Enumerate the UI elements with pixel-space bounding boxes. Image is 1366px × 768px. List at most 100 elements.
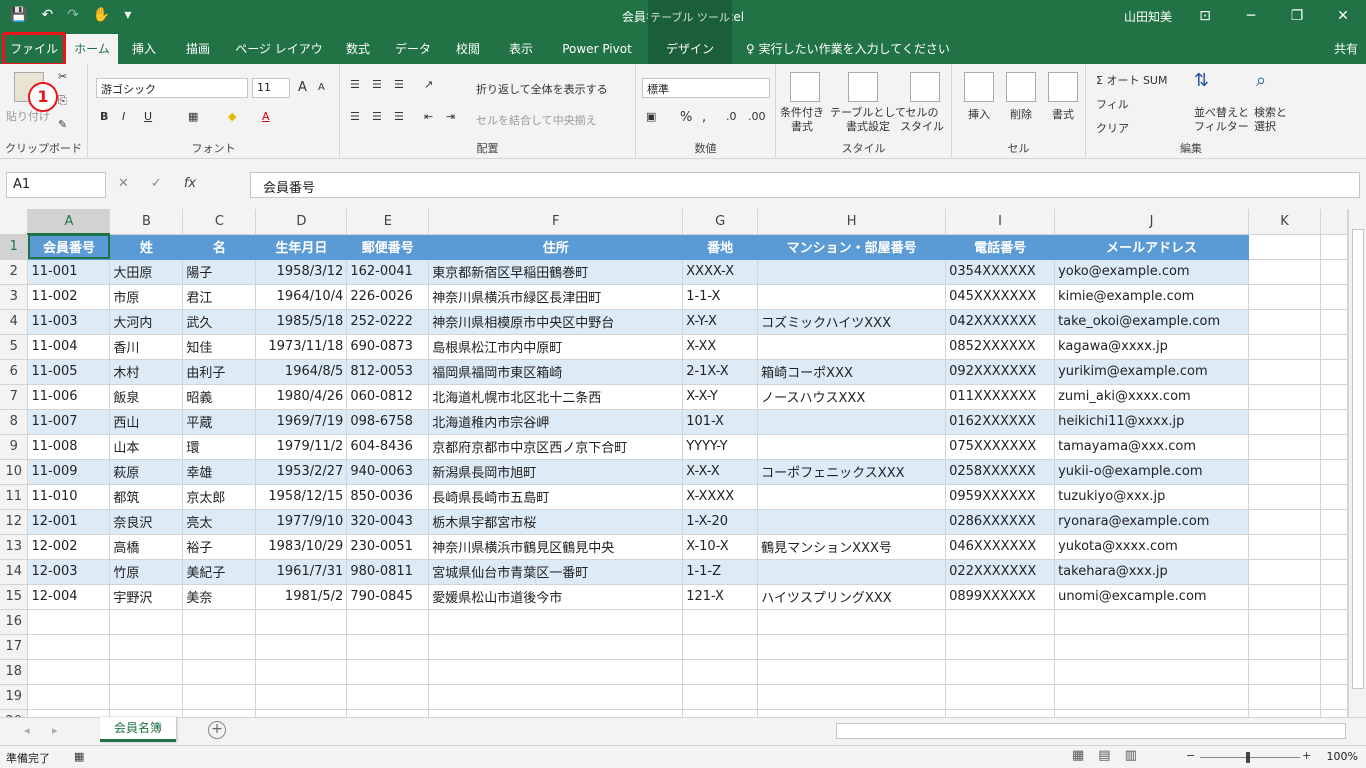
minimize-button[interactable]: ─: [1228, 0, 1274, 32]
column-header-a[interactable]: A: [27, 209, 111, 235]
borders-icon[interactable]: ▦: [188, 110, 198, 123]
cell-styles-button[interactable]: セルの スタイル: [900, 106, 944, 134]
table-cell[interactable]: 226-0026: [346, 284, 430, 310]
table-cell[interactable]: 098-6758: [346, 409, 430, 435]
table-cell[interactable]: 230-0051: [346, 534, 430, 560]
cell[interactable]: [1320, 634, 1348, 660]
table-cell[interactable]: 香川: [109, 334, 184, 360]
tab-review[interactable]: 校閲: [446, 34, 490, 64]
row-header[interactable]: 9: [0, 434, 29, 460]
table-cell[interactable]: X-10-X: [682, 534, 759, 560]
cell[interactable]: [1054, 684, 1250, 710]
column-header-c[interactable]: C: [182, 209, 257, 235]
tell-me-search[interactable]: ♀ 実行したい作業を入力してください: [746, 34, 950, 64]
table-cell[interactable]: 幸雄: [182, 459, 257, 485]
name-box[interactable]: A1: [6, 172, 106, 198]
table-cell[interactable]: 011XXXXXXX: [945, 384, 1056, 410]
align-middle-icon[interactable]: ☰: [372, 78, 382, 91]
table-cell[interactable]: コズミックハイツXXX: [757, 309, 947, 335]
table-cell[interactable]: コーポフェニックスXXX: [757, 459, 947, 485]
cell[interactable]: [1320, 359, 1348, 385]
table-cell[interactable]: 新潟県長岡市旭町: [428, 459, 684, 485]
table-cell[interactable]: 1953/2/27: [255, 459, 348, 485]
cell[interactable]: [682, 609, 759, 635]
wrap-text-button[interactable]: 折り返して全体を表示する: [476, 81, 608, 97]
table-cell[interactable]: 980-0811: [346, 559, 430, 585]
fill-color-icon[interactable]: ◆: [228, 110, 236, 123]
redo-icon[interactable]: ↷: [67, 7, 79, 23]
align-top-icon[interactable]: ☰: [350, 78, 360, 91]
table-cell[interactable]: X-X-Y: [682, 384, 759, 410]
tab-data[interactable]: データ: [390, 34, 436, 64]
enter-icon[interactable]: ✓: [151, 176, 162, 191]
cell[interactable]: [1248, 359, 1321, 385]
italic-button[interactable]: I: [122, 110, 125, 123]
row-header[interactable]: 7: [0, 384, 29, 410]
table-cell[interactable]: 812-0053: [346, 359, 430, 385]
table-cell[interactable]: 022XXXXXXX: [945, 559, 1056, 585]
close-button[interactable]: ✕: [1320, 0, 1366, 32]
table-cell[interactable]: 1980/4/26: [255, 384, 348, 410]
cell[interactable]: [109, 709, 184, 717]
table-cell[interactable]: ryonara@example.com: [1054, 509, 1250, 535]
table-cell[interactable]: 11-004: [27, 334, 111, 360]
table-cell[interactable]: 1985/5/18: [255, 309, 348, 335]
row-header[interactable]: 3: [0, 284, 29, 310]
cell[interactable]: [1320, 684, 1348, 710]
zoom-level[interactable]: 100%: [1327, 750, 1358, 763]
table-cell[interactable]: 山本: [109, 434, 184, 460]
scroll-sheets-left-icon[interactable]: ◂: [24, 724, 30, 737]
column-header-b[interactable]: B: [109, 209, 184, 235]
format-cells-icon[interactable]: [1048, 72, 1078, 102]
cell[interactable]: [255, 709, 348, 717]
table-cell[interactable]: 121-X: [682, 584, 759, 610]
customize-qat-icon[interactable]: ▾: [124, 7, 131, 23]
cell[interactable]: [757, 709, 947, 717]
add-sheet-icon[interactable]: +: [208, 721, 226, 739]
table-cell[interactable]: kagawa@xxxx.jp: [1054, 334, 1250, 360]
table-cell[interactable]: 1969/7/19: [255, 409, 348, 435]
cell[interactable]: [1320, 584, 1348, 610]
cell[interactable]: [255, 659, 348, 685]
row-header[interactable]: 1: [0, 234, 29, 260]
insert-cells-icon[interactable]: [964, 72, 994, 102]
table-cell[interactable]: 1964/8/5: [255, 359, 348, 385]
macro-record-icon[interactable]: ▦: [74, 750, 84, 763]
cell[interactable]: [1320, 234, 1348, 260]
cell[interactable]: [1248, 459, 1321, 485]
clear-button[interactable]: クリア: [1096, 120, 1129, 136]
table-cell[interactable]: [757, 334, 947, 360]
align-bottom-icon[interactable]: ☰: [394, 78, 404, 91]
column-header-l[interactable]: [1320, 209, 1348, 235]
table-header-cell[interactable]: 電話番号: [945, 234, 1056, 260]
cell[interactable]: [1320, 434, 1348, 460]
sheet-tab-members[interactable]: 会員名簿: [100, 717, 176, 742]
cell[interactable]: [1320, 559, 1348, 585]
table-cell[interactable]: 320-0043: [346, 509, 430, 535]
cell[interactable]: [1248, 484, 1321, 510]
increase-decimal-icon[interactable]: .0: [726, 110, 737, 123]
format-painter-icon[interactable]: ✎: [58, 118, 67, 131]
cell[interactable]: [1320, 259, 1348, 285]
cell[interactable]: [1320, 659, 1348, 685]
row-header[interactable]: 16: [0, 609, 29, 635]
cell[interactable]: [346, 659, 430, 685]
share-button[interactable]: 共有: [1334, 34, 1358, 64]
table-cell[interactable]: 大田原: [109, 259, 184, 285]
table-cell[interactable]: 裕子: [182, 534, 257, 560]
table-cell[interactable]: 850-0036: [346, 484, 430, 510]
user-name[interactable]: 山田知美: [1124, 8, 1172, 25]
save-icon[interactable]: 💾: [10, 7, 27, 23]
table-cell[interactable]: 1981/5/2: [255, 584, 348, 610]
row-header[interactable]: 14: [0, 559, 29, 585]
table-cell[interactable]: 1958/12/15: [255, 484, 348, 510]
table-cell[interactable]: tuzukiyo@xxx.jp: [1054, 484, 1250, 510]
row-header[interactable]: 20: [0, 709, 29, 717]
cell[interactable]: [757, 634, 947, 660]
table-cell[interactable]: 940-0063: [346, 459, 430, 485]
grow-font-button[interactable]: A: [298, 80, 307, 95]
table-cell[interactable]: 美紀子: [182, 559, 257, 585]
cell[interactable]: [1248, 384, 1321, 410]
cell[interactable]: [428, 684, 684, 710]
zoom-slider[interactable]: [1200, 757, 1300, 758]
